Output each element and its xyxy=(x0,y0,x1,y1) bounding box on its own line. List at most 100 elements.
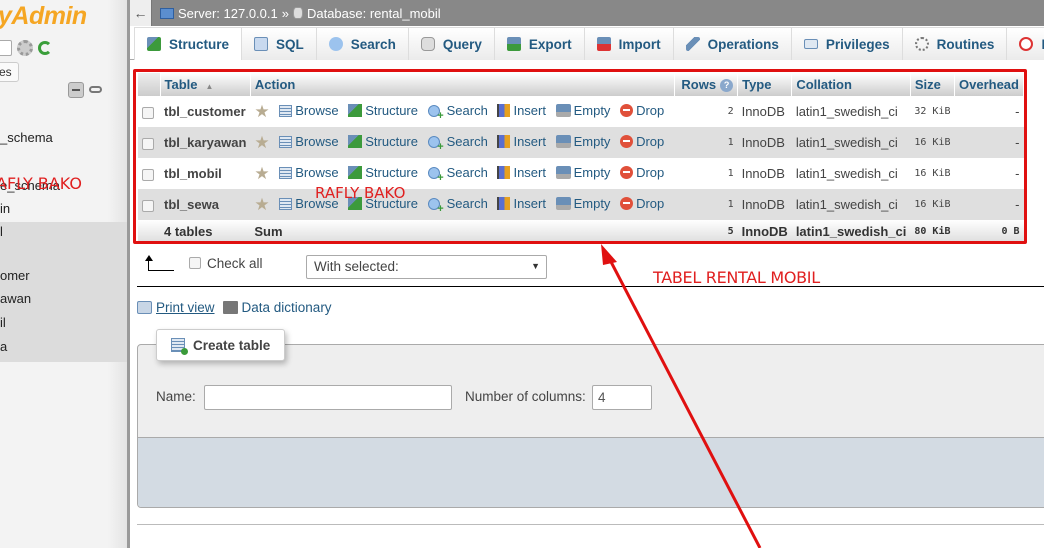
print-view-link[interactable]: Print view xyxy=(156,300,215,315)
structure-action[interactable]: Structure xyxy=(348,103,418,118)
gear-icon[interactable] xyxy=(17,40,33,56)
tab-routines[interactable]: Routines xyxy=(902,27,1008,60)
row-checkbox[interactable] xyxy=(142,106,154,119)
table-size[interactable]: 16 KiB xyxy=(910,158,955,189)
empty-action[interactable]: Empty xyxy=(555,195,611,211)
tab-search[interactable]: Search xyxy=(316,27,409,60)
reload-icon[interactable] xyxy=(38,41,52,55)
search-action[interactable]: Search xyxy=(427,134,488,153)
action-label: Empty xyxy=(573,195,611,211)
favorite-star-icon[interactable]: ★ xyxy=(254,133,269,153)
drop-action[interactable]: Drop xyxy=(620,103,664,118)
favorite-star-icon[interactable]: ★ xyxy=(254,164,269,184)
table-name-link[interactable]: tbl_customer xyxy=(160,96,251,127)
export-icon xyxy=(506,37,521,51)
insert-icon xyxy=(497,134,511,148)
collapse-all-icon[interactable] xyxy=(68,82,84,98)
table-name-input[interactable] xyxy=(204,385,452,410)
back-arrow-icon[interactable]: ← xyxy=(130,0,152,26)
with-selected-dropdown[interactable]: With selected: ▼ xyxy=(306,255,547,279)
engine-type: InnoDB xyxy=(737,96,792,127)
table-row: tbl_sewa ★ Browse Structure Search Inser… xyxy=(138,189,1024,220)
search-action[interactable]: Search xyxy=(427,103,488,122)
row-checkbox[interactable] xyxy=(142,168,154,181)
check-all-label[interactable]: Check all xyxy=(207,256,263,271)
phpmyadmin-logo[interactable]: yAdmin xyxy=(0,2,87,31)
tree-item-rental-mobil[interactable]: l xyxy=(0,224,3,239)
row-checkbox[interactable] xyxy=(142,137,154,150)
insert-action[interactable]: Insert xyxy=(497,196,546,211)
structure-action[interactable]: Structure xyxy=(348,165,418,180)
drop-action[interactable]: Drop xyxy=(620,134,664,149)
summary-overhead: 0 B xyxy=(954,220,1024,243)
tab-import[interactable]: Import xyxy=(584,27,674,60)
tree-item-tbl-mobil[interactable]: il xyxy=(0,315,6,330)
table-size[interactable]: 16 KiB xyxy=(910,189,955,220)
structure-action[interactable]: Structure xyxy=(348,196,418,211)
drop-action[interactable]: Drop xyxy=(620,196,664,211)
insert-action[interactable]: Insert xyxy=(497,103,546,118)
favorite-star-icon[interactable]: ★ xyxy=(254,102,269,122)
engine-type: InnoDB xyxy=(737,158,792,189)
structure-icon xyxy=(147,37,161,51)
data-dictionary-link[interactable]: Data dictionary xyxy=(242,300,332,315)
table-name-link[interactable]: tbl_karyawan xyxy=(160,127,251,158)
tab-privileges[interactable]: Privileges xyxy=(791,27,903,60)
browse-action[interactable]: Browse xyxy=(279,165,339,180)
row-checkbox[interactable] xyxy=(142,199,154,212)
table-size[interactable]: 16 KiB xyxy=(910,127,955,158)
action-label: Browse xyxy=(295,196,339,211)
structure-action[interactable]: Structure xyxy=(348,134,418,149)
browse-action[interactable]: Browse xyxy=(279,103,339,118)
number-of-columns-input[interactable]: 4 xyxy=(592,385,652,410)
annotation-label: TABEL RENTAL MOBIL xyxy=(653,268,820,287)
check-all-checkbox[interactable] xyxy=(189,257,201,269)
empty-action[interactable]: Empty xyxy=(555,134,610,149)
search-action[interactable]: Search xyxy=(427,165,488,184)
tree-item-tbl-customer[interactable]: omer xyxy=(0,268,30,283)
insert-action[interactable]: Insert xyxy=(497,165,546,180)
tree-item-phpmyadmin[interactable]: in xyxy=(0,201,10,216)
browse-action[interactable]: Browse xyxy=(279,196,339,211)
search-icon xyxy=(427,104,444,122)
breadcrumb-database[interactable]: Database: rental_mobil xyxy=(307,6,441,21)
drop-action[interactable]: Drop xyxy=(620,165,664,180)
events-clock-icon xyxy=(1019,37,1034,51)
tab-export[interactable]: Export xyxy=(494,27,585,60)
insert-action[interactable]: Insert xyxy=(497,134,546,149)
link-with-main-icon[interactable] xyxy=(89,86,102,93)
tree-item-tbl-karyawan[interactable]: awan xyxy=(0,291,31,306)
overhead: - xyxy=(954,189,1024,220)
header-collation[interactable]: Collation xyxy=(791,73,911,96)
table-name-link[interactable]: tbl_sewa xyxy=(160,189,251,220)
documentation-icon[interactable] xyxy=(0,40,12,56)
create-table-fieldset xyxy=(137,344,1044,508)
empty-action[interactable]: Empty xyxy=(555,103,610,118)
table-name-link[interactable]: tbl_mobil xyxy=(160,158,251,189)
data-dictionary-icon xyxy=(222,301,238,314)
tab-query[interactable]: Query xyxy=(408,27,495,60)
tree-item-information-schema[interactable]: _schema xyxy=(0,130,53,145)
header-table[interactable]: Table ▲ xyxy=(160,73,251,96)
tree-item-tbl-sewa[interactable]: a xyxy=(0,339,7,354)
browse-action[interactable]: Browse xyxy=(279,134,339,149)
header-size[interactable]: Size xyxy=(910,73,956,96)
import-icon xyxy=(596,37,611,51)
tab-events[interactable]: Ev xyxy=(1007,27,1044,60)
tab-sql[interactable]: SQL xyxy=(242,27,317,60)
favorite-star-icon[interactable]: ★ xyxy=(254,195,269,215)
header-rows[interactable]: Rows? xyxy=(674,73,739,96)
table-size[interactable]: 32 KiB xyxy=(910,96,955,127)
tab-structure[interactable]: Structure xyxy=(134,27,243,60)
sidebar-tab-button[interactable]: es xyxy=(0,62,19,82)
help-icon[interactable]: ? xyxy=(720,79,734,93)
search-action[interactable]: Search xyxy=(427,196,488,215)
sidebar-resize-handle[interactable] xyxy=(127,0,130,548)
bulk-actions: Check all xyxy=(145,255,263,271)
breadcrumb-server[interactable]: Server: 127.0.0.1 xyxy=(178,6,278,21)
empty-action[interactable]: Empty xyxy=(555,165,610,180)
header-type[interactable]: Type xyxy=(737,73,793,96)
tab-operations[interactable]: Operations xyxy=(673,27,792,60)
header-table-label: Table xyxy=(164,77,198,92)
header-overhead[interactable]: Overhead xyxy=(954,73,1024,96)
